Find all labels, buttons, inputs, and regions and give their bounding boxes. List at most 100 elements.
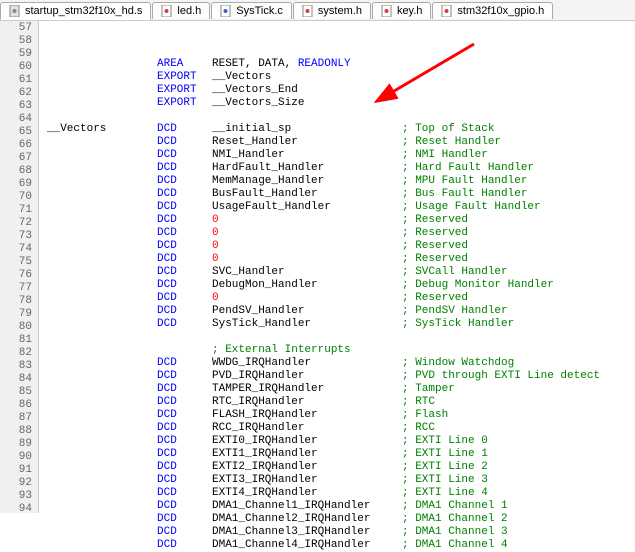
code-line[interactable]: DCD0; Reserved bbox=[39, 214, 635, 227]
code-arg: SVC_Handler bbox=[212, 266, 402, 279]
code-line[interactable]: EXPORT__Vectors_End bbox=[39, 84, 635, 97]
code-line[interactable]: EXPORT__Vectors bbox=[39, 71, 635, 84]
file-h-icon bbox=[441, 5, 453, 17]
file-h-icon bbox=[302, 5, 314, 17]
code-area[interactable]: AREARESET, DATA, READONLYEXPORT__Vectors… bbox=[39, 21, 635, 513]
code-line[interactable]: DCD0; Reserved bbox=[39, 253, 635, 266]
code-line[interactable]: DCDEXTI0_IRQHandler; EXTI Line 0 bbox=[39, 435, 635, 448]
code-line[interactable]: DCDDMA1_Channel2_IRQHandler; DMA1 Channe… bbox=[39, 513, 635, 526]
code-line[interactable]: DCDRCC_IRQHandler; RCC bbox=[39, 422, 635, 435]
code-line[interactable]: DCDEXTI1_IRQHandler; EXTI Line 1 bbox=[39, 448, 635, 461]
code-arg: TAMPER_IRQHandler bbox=[212, 383, 402, 396]
code-op: DCD bbox=[157, 409, 212, 422]
code-line[interactable]: DCDBusFault_Handler; Bus Fault Handler bbox=[39, 188, 635, 201]
line-number: 77 bbox=[0, 282, 38, 295]
code-line[interactable]: DCDReset_Handler; Reset Handler bbox=[39, 136, 635, 149]
code-comment: ; DMA1 Channel 3 bbox=[402, 526, 508, 539]
code-line[interactable] bbox=[39, 331, 635, 344]
code-op: DCD bbox=[157, 227, 212, 240]
tab-5[interactable]: stm32f10x_gpio.h bbox=[432, 2, 553, 19]
code-arg: UsageFault_Handler bbox=[212, 201, 402, 214]
code-comment: ; Debug Monitor Handler bbox=[402, 279, 554, 292]
code-line[interactable]: DCD0; Reserved bbox=[39, 292, 635, 305]
code-line[interactable]: DCDRTC_IRQHandler; RTC bbox=[39, 396, 635, 409]
code-line[interactable]: DCDEXTI3_IRQHandler; EXTI Line 3 bbox=[39, 474, 635, 487]
code-comment: ; EXTI Line 4 bbox=[402, 487, 488, 500]
code-line[interactable]: AREARESET, DATA, READONLY bbox=[39, 58, 635, 71]
code-comment: ; EXTI Line 0 bbox=[402, 435, 488, 448]
code-line[interactable]: DCDSysTick_Handler; SysTick Handler bbox=[39, 318, 635, 331]
code-comment: ; Tamper bbox=[402, 383, 455, 396]
tab-label: led.h bbox=[177, 5, 201, 17]
tab-4[interactable]: key.h bbox=[372, 2, 431, 19]
code-line[interactable]: DCDPendSV_Handler; PendSV Handler bbox=[39, 305, 635, 318]
code-comment: ; RCC bbox=[402, 422, 435, 435]
code-arg: WWDG_IRQHandler bbox=[212, 357, 402, 370]
code-arg: 0 bbox=[212, 240, 402, 253]
code-arg: DMA1_Channel1_IRQHandler bbox=[212, 500, 402, 513]
code-arg: 0 bbox=[212, 253, 402, 266]
code-comment: ; Hard Fault Handler bbox=[402, 162, 534, 175]
line-number: 79 bbox=[0, 308, 38, 321]
line-number: 87 bbox=[0, 412, 38, 425]
code-line[interactable]: DCDTAMPER_IRQHandler; Tamper bbox=[39, 383, 635, 396]
code-label bbox=[39, 162, 157, 175]
code-comment: ; EXTI Line 2 bbox=[402, 461, 488, 474]
code-line[interactable]: DCDUsageFault_Handler; Usage Fault Handl… bbox=[39, 201, 635, 214]
code-arg: ; External Interrupts bbox=[212, 344, 402, 357]
code-label bbox=[39, 227, 157, 240]
code-op: DCD bbox=[157, 175, 212, 188]
code-op bbox=[157, 344, 212, 357]
line-number: 91 bbox=[0, 464, 38, 477]
tab-3[interactable]: system.h bbox=[293, 2, 371, 19]
code-line[interactable]: DCDDMA1_Channel3_IRQHandler; DMA1 Channe… bbox=[39, 526, 635, 539]
code-op: DCD bbox=[157, 292, 212, 305]
code-line[interactable]: __VectorsDCD__initial_sp; Top of Stack bbox=[39, 123, 635, 136]
code-line[interactable]: DCDEXTI4_IRQHandler; EXTI Line 4 bbox=[39, 487, 635, 500]
code-line[interactable]: ; External Interrupts bbox=[39, 344, 635, 357]
code-line[interactable]: DCD0; Reserved bbox=[39, 227, 635, 240]
code-label: __Vectors bbox=[39, 123, 157, 136]
code-comment: ; Reserved bbox=[402, 253, 468, 266]
code-arg: EXTI1_IRQHandler bbox=[212, 448, 402, 461]
code-line[interactable] bbox=[39, 110, 635, 123]
code-line[interactable]: DCD0; Reserved bbox=[39, 240, 635, 253]
line-number: 65 bbox=[0, 126, 38, 139]
code-arg: EXTI3_IRQHandler bbox=[212, 474, 402, 487]
line-number: 67 bbox=[0, 152, 38, 165]
code-line[interactable]: DCDPVD_IRQHandler; PVD through EXTI Line… bbox=[39, 370, 635, 383]
code-line[interactable]: DCDNMI_Handler; NMI Handler bbox=[39, 149, 635, 162]
tab-2[interactable]: SysTick.c bbox=[211, 2, 292, 19]
code-line[interactable]: DCDFLASH_IRQHandler; Flash bbox=[39, 409, 635, 422]
code-line[interactable]: DCDDebugMon_Handler; Debug Monitor Handl… bbox=[39, 279, 635, 292]
line-number: 64 bbox=[0, 113, 38, 126]
line-number: 75 bbox=[0, 256, 38, 269]
line-number: 66 bbox=[0, 139, 38, 152]
code-op: DCD bbox=[157, 201, 212, 214]
code-label bbox=[39, 175, 157, 188]
code-arg: DMA1_Channel2_IRQHandler bbox=[212, 513, 402, 526]
code-label bbox=[39, 279, 157, 292]
tab-0[interactable]: startup_stm32f10x_hd.s bbox=[0, 2, 151, 20]
line-number: 74 bbox=[0, 243, 38, 256]
line-number: 58 bbox=[0, 35, 38, 48]
code-comment: ; DMA1 Channel 1 bbox=[402, 500, 508, 513]
tab-1[interactable]: led.h bbox=[152, 2, 210, 19]
code-arg: DMA1_Channel4_IRQHandler bbox=[212, 539, 402, 552]
line-number: 62 bbox=[0, 87, 38, 100]
file-h-icon bbox=[161, 5, 173, 17]
code-line[interactable]: DCDDMA1_Channel1_IRQHandler; DMA1 Channe… bbox=[39, 500, 635, 513]
code-line[interactable]: DCDHardFault_Handler; Hard Fault Handler bbox=[39, 162, 635, 175]
line-number: 59 bbox=[0, 48, 38, 61]
code-line[interactable]: DCDEXTI2_IRQHandler; EXTI Line 2 bbox=[39, 461, 635, 474]
code-op: DCD bbox=[157, 318, 212, 331]
code-label bbox=[39, 201, 157, 214]
code-line[interactable]: DCDDMA1_Channel4_IRQHandler; DMA1 Channe… bbox=[39, 539, 635, 552]
code-op: DCD bbox=[157, 279, 212, 292]
code-line[interactable]: DCDWWDG_IRQHandler; Window Watchdog bbox=[39, 357, 635, 370]
line-number: 76 bbox=[0, 269, 38, 282]
code-line[interactable]: EXPORT__Vectors_Size bbox=[39, 97, 635, 110]
code-line[interactable]: DCDSVC_Handler; SVCall Handler bbox=[39, 266, 635, 279]
code-line[interactable]: DCDMemManage_Handler; MPU Fault Handler bbox=[39, 175, 635, 188]
code-label bbox=[39, 409, 157, 422]
